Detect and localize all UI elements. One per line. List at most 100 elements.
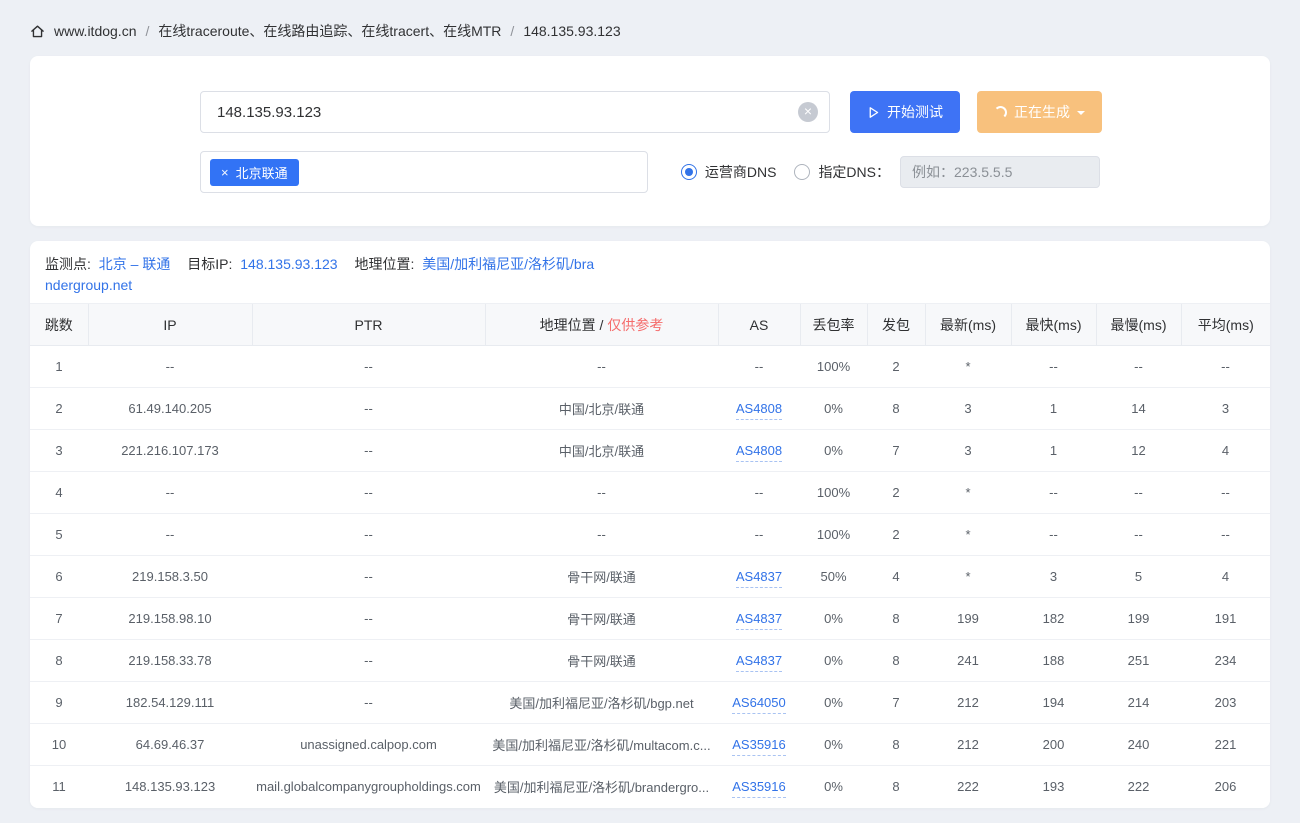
traceroute-table: 跳数 IP PTR 地理位置 / 仅供参考 AS 丢包率 发包 最新(ms) 最… <box>30 303 1270 808</box>
as-link[interactable]: AS4837 <box>735 611 783 630</box>
start-test-label: 开始测试 <box>887 104 943 120</box>
cell-fastest: 193 <box>1011 765 1096 808</box>
table-row: 10 64.69.46.37 unassigned.calpop.com 美国/加利福… <box>30 723 1270 766</box>
cell-sent: 8 <box>867 387 925 430</box>
home-icon[interactable] <box>30 24 45 39</box>
as-link[interactable]: AS4808 <box>735 401 783 420</box>
tag-close-icon[interactable]: × <box>221 165 229 180</box>
table-row: 1 -- -- -- -- 100% 2 * -- -- -- <box>30 345 1270 388</box>
cell-ptr: -- <box>252 429 485 472</box>
cell-as: -- <box>718 513 800 556</box>
target-input[interactable] <box>200 91 830 133</box>
cell-ip: 219.158.98.10 <box>88 597 252 640</box>
dns-options: 运营商DNS 指定DNS： <box>680 151 1100 193</box>
cell-ptr: -- <box>252 555 485 598</box>
breadcrumb-section-link[interactable]: 在线traceroute、在线路由追踪、在线tracert、在线MTR <box>158 21 501 41</box>
header-loss: 丢包率 <box>799 303 867 346</box>
cell-ip: -- <box>88 471 252 514</box>
cell-fastest: 3 <box>1011 555 1096 598</box>
cell-hop: 2 <box>30 387 88 430</box>
cell-geo: -- <box>485 513 718 556</box>
clear-input-icon[interactable]: × <box>798 102 818 122</box>
cell-sent: 7 <box>867 429 925 472</box>
cell-avg: 221 <box>1181 723 1270 766</box>
radio-carrier-dns[interactable] <box>680 164 697 180</box>
cell-avg: 203 <box>1181 681 1270 724</box>
start-test-button[interactable]: 开始测试 <box>850 91 960 133</box>
node-select-box[interactable]: × 北京联通 <box>200 151 648 193</box>
table-row: 7 219.158.98.10 -- 骨干网/联通 AS4837 0% 8 199 182 199… <box>30 597 1270 640</box>
cell-slowest: -- <box>1096 345 1181 388</box>
generating-button[interactable]: 正在生成 <box>977 91 1102 133</box>
cell-hop: 6 <box>30 555 88 598</box>
as-link[interactable]: AS4837 <box>735 569 783 588</box>
geo-label: 地理位置: <box>354 256 415 272</box>
target-ip-label: 目标IP: <box>187 256 233 272</box>
breadcrumb: www.itdog.cn / 在线traceroute、在线路由追踪、在线tra… <box>0 0 1300 56</box>
generating-label: 正在生成 <box>1014 104 1070 120</box>
table-row: 5 -- -- -- -- 100% 2 * -- -- -- <box>30 513 1270 556</box>
cell-fastest: 188 <box>1011 639 1096 682</box>
cell-as: AS35916 <box>718 765 800 808</box>
target-input-wrap: × <box>200 91 830 133</box>
table-body: 1 -- -- -- -- 100% 2 * -- -- -- 2 61.49.140.205 -- 中国/… <box>30 345 1270 808</box>
radio-carrier-dns-label[interactable]: 运营商DNS <box>705 162 777 182</box>
as-link[interactable]: AS4837 <box>735 653 783 672</box>
cell-as: -- <box>718 471 800 514</box>
breadcrumb-separator: / <box>145 23 150 39</box>
cell-ip: 182.54.129.111 <box>88 681 252 724</box>
as-link[interactable]: AS35916 <box>732 779 786 799</box>
header-as: AS <box>717 303 800 346</box>
cell-as: AS4837 <box>718 597 800 640</box>
table-row: 6 219.158.3.50 -- 骨干网/联通 AS4837 50% 4 * 3 5 4 <box>30 555 1270 598</box>
cell-as: AS4837 <box>718 555 800 598</box>
header-geo: 地理位置 / 仅供参考 <box>484 303 718 346</box>
cell-sent: 8 <box>867 765 925 808</box>
target-ip-value-link[interactable]: 148.135.93.123 <box>240 256 337 272</box>
header-ptr: PTR <box>251 303 485 346</box>
cell-ip: 148.135.93.123 <box>88 765 252 808</box>
cell-latest: 199 <box>925 597 1011 640</box>
table-row: 8 219.158.33.78 -- 骨干网/联通 AS4837 0% 8 241 188 251… <box>30 639 1270 682</box>
table-row: 3 221.216.107.173 -- 中国/北京/联通 AS4808 0% 7 3 1 12 4 <box>30 429 1270 472</box>
cell-geo: 中国/北京/联通 <box>485 387 718 430</box>
table-row: 2 61.49.140.205 -- 中国/北京/联通 AS4808 0% 8 3 1 14 3 <box>30 387 1270 430</box>
radio-custom-dns[interactable] <box>794 164 811 180</box>
as-link[interactable]: AS4808 <box>735 443 783 462</box>
geo-reference-note: 仅供参考 <box>607 316 664 333</box>
cell-slowest: 199 <box>1096 597 1181 640</box>
cell-hop: 10 <box>30 723 88 766</box>
custom-dns-input[interactable] <box>900 156 1100 188</box>
node-tag: × 北京联通 <box>210 158 299 186</box>
cell-slowest: 251 <box>1096 639 1181 682</box>
cell-fastest: 200 <box>1011 723 1096 766</box>
radio-custom-dns-label[interactable]: 指定DNS： <box>818 162 890 182</box>
cell-slowest: 222 <box>1096 765 1181 808</box>
header-avg: 平均(ms) <box>1180 303 1270 346</box>
as-link[interactable]: AS35916 <box>732 737 786 756</box>
cell-hop: 4 <box>30 471 88 514</box>
breadcrumb-site-link[interactable]: www.itdog.cn <box>54 23 136 39</box>
cell-geo: 中国/北京/联通 <box>485 429 718 472</box>
cell-fastest: 194 <box>1011 681 1096 724</box>
cell-slowest: 14 <box>1096 387 1181 430</box>
cell-ptr: -- <box>252 387 485 430</box>
monitor-value-link[interactable]: 北京 – 联通 <box>99 256 171 272</box>
as-link[interactable]: AS64050 <box>732 695 786 714</box>
cell-ptr: -- <box>252 513 485 556</box>
cell-ip: 219.158.3.50 <box>88 555 252 598</box>
cell-ip: 221.216.107.173 <box>88 429 252 472</box>
cell-ptr: mail.globalcompanygroupholdings.com <box>252 765 485 808</box>
cell-as: -- <box>718 345 800 388</box>
cell-as: AS4808 <box>718 429 800 472</box>
cell-loss: 0% <box>800 387 867 430</box>
cell-ip: 61.49.140.205 <box>88 387 252 430</box>
cell-ptr: -- <box>252 345 485 388</box>
cell-slowest: 12 <box>1096 429 1181 472</box>
cell-as: AS64050 <box>718 681 800 724</box>
cell-avg: 4 <box>1181 429 1270 472</box>
cell-latest: 3 <box>925 429 1011 472</box>
cell-latest: * <box>925 471 1011 514</box>
cell-loss: 0% <box>800 765 867 808</box>
cell-fastest: 182 <box>1011 597 1096 640</box>
